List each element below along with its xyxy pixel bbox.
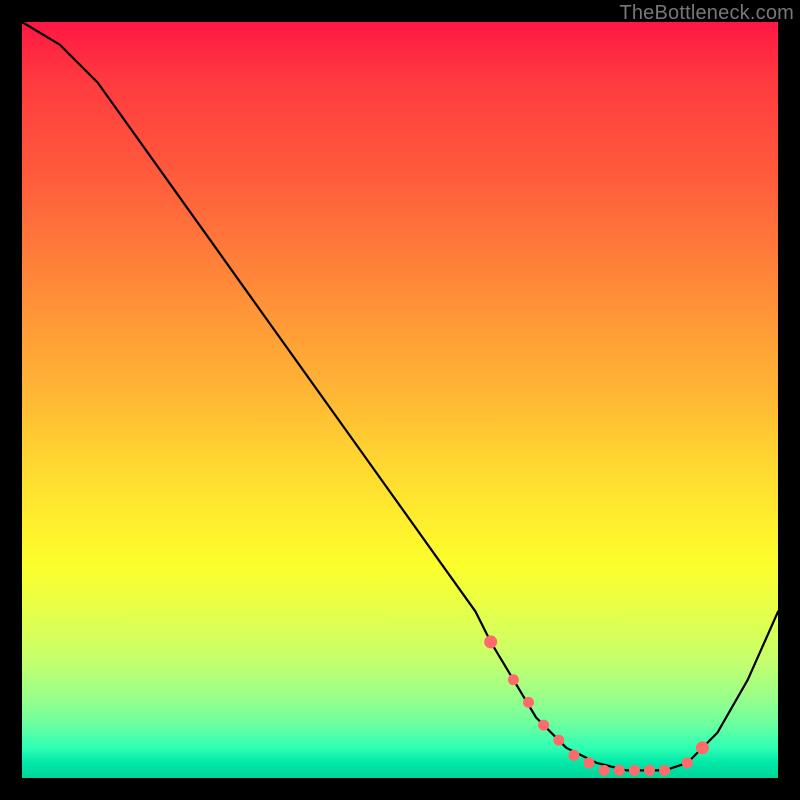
highlight-dot <box>524 697 534 707</box>
highlight-dot <box>614 765 624 775</box>
highlight-dot <box>508 675 518 685</box>
highlight-dot <box>645 765 655 775</box>
highlight-dot <box>554 735 564 745</box>
highlight-dot <box>629 765 639 775</box>
chart-overlay-svg <box>22 22 778 778</box>
highlight-dot <box>584 758 594 768</box>
highlight-dot <box>485 636 497 648</box>
highlight-dot <box>599 765 609 775</box>
highlight-dot <box>696 742 708 754</box>
highlight-dot <box>660 765 670 775</box>
highlight-dots <box>485 636 709 776</box>
watermark-text: TheBottleneck.com <box>619 2 794 25</box>
chart-stage: TheBottleneck.com <box>0 0 800 800</box>
highlight-dot <box>682 758 692 768</box>
bottleneck-curve <box>22 22 778 770</box>
highlight-dot <box>539 720 549 730</box>
highlight-dot <box>569 750 579 760</box>
